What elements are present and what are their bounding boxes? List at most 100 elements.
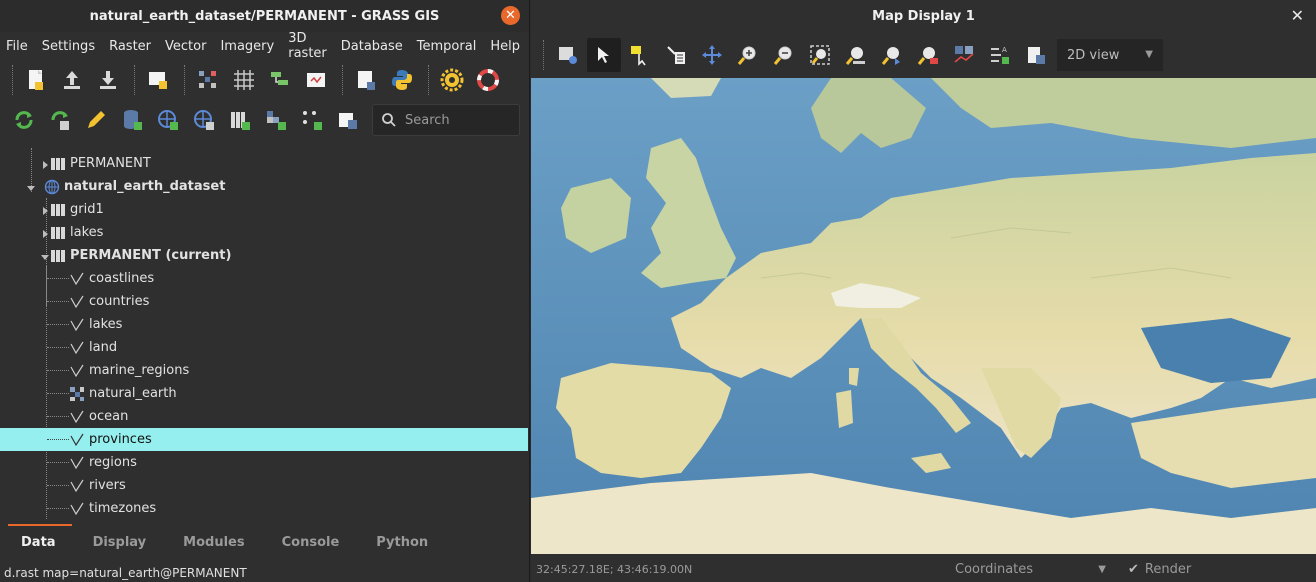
import-vector-icon[interactable]: [296, 104, 328, 136]
zoom-region-icon[interactable]: [839, 38, 873, 72]
tree-item-mapset[interactable]: lakes: [0, 221, 528, 244]
analyze-map-icon[interactable]: [947, 38, 981, 72]
tree-item-vector[interactable]: ocean: [0, 405, 528, 428]
select-icon[interactable]: [623, 38, 657, 72]
new-workspace-icon[interactable]: [20, 64, 52, 96]
search-input[interactable]: Search: [372, 104, 520, 136]
toolbar-separator: [12, 65, 14, 95]
new-map-display-icon[interactable]: [142, 64, 174, 96]
help-icon[interactable]: [472, 64, 504, 96]
collapse-arrow-icon[interactable]: [40, 251, 50, 261]
coordinate-mode-select[interactable]: Coordinates ▼: [941, 562, 1116, 577]
tree-item-label: ocean: [89, 409, 129, 424]
expand-arrow-icon[interactable]: [40, 228, 50, 238]
modeler-icon[interactable]: [264, 64, 296, 96]
zoom-back-icon[interactable]: [875, 38, 909, 72]
tree-item-vector[interactable]: regions: [0, 451, 528, 474]
menu-imagery[interactable]: Imagery: [220, 39, 274, 54]
map-close-button[interactable]: ✕: [1291, 6, 1304, 25]
import-location-icon[interactable]: [188, 104, 220, 136]
collapse-arrow-icon[interactable]: [26, 182, 36, 192]
expand-arrow-icon[interactable]: [40, 205, 50, 215]
menu-raster[interactable]: Raster: [109, 39, 151, 54]
tree-connector: [47, 508, 69, 509]
tree-item-vector[interactable]: countries: [0, 290, 528, 313]
render-label: Render: [1144, 561, 1192, 577]
reload-mapset-icon[interactable]: [44, 104, 76, 136]
tree-item-vector[interactable]: timezones: [0, 497, 528, 520]
menu-3d-raster[interactable]: 3D raster: [288, 31, 327, 61]
map-canvas[interactable]: [531, 78, 1316, 554]
menu-vector[interactable]: Vector: [165, 39, 206, 54]
tree-item-label: land: [89, 340, 118, 355]
toolbar-separator: [184, 65, 186, 95]
tree-item-label: marine_regions: [89, 363, 190, 378]
add-mapset-icon[interactable]: [224, 104, 256, 136]
data-catalog-tree: PERMANENT natural_earth_dataset grid1 la…: [0, 148, 530, 524]
render-map-icon[interactable]: [551, 38, 585, 72]
menu-settings[interactable]: Settings: [42, 39, 95, 54]
tab-modules[interactable]: Modules: [162, 524, 260, 562]
script-icon[interactable]: [350, 64, 382, 96]
query-icon[interactable]: [659, 38, 693, 72]
tree-item-location[interactable]: natural_earth_dataset: [0, 175, 528, 198]
tree-item-label: grid1: [70, 202, 104, 217]
grid-icon[interactable]: [228, 64, 260, 96]
main-titlebar: natural_earth_dataset/PERMANENT - GRASS …: [0, 0, 529, 32]
tree-item-vector[interactable]: lakes: [0, 313, 528, 336]
menu-file[interactable]: File: [6, 39, 28, 54]
tree-item-vector[interactable]: land: [0, 336, 528, 359]
tab-console[interactable]: Console: [261, 524, 356, 562]
toolbar-separator: [428, 65, 430, 95]
download-location-icon[interactable]: [332, 104, 364, 136]
pointer-icon[interactable]: [587, 38, 621, 72]
cartographic-composer-icon[interactable]: [300, 64, 332, 96]
view-mode-select[interactable]: 2D view ▼: [1057, 39, 1163, 71]
menu-help[interactable]: Help: [490, 39, 520, 54]
render-checkbox[interactable]: ✔ Render: [1128, 562, 1191, 577]
mapset-icon: [50, 202, 66, 218]
tree-item-mapset[interactable]: PERMANENT: [0, 152, 528, 175]
zoom-in-icon[interactable]: [731, 38, 765, 72]
raster-calculator-icon[interactable]: [192, 64, 224, 96]
tree-item-vector[interactable]: marine_regions: [0, 359, 528, 382]
tree-item-mapset[interactable]: grid1: [0, 198, 528, 221]
data-toolbar: Search: [0, 100, 529, 140]
tree-item-vector[interactable]: coastlines: [0, 267, 528, 290]
edit-icon[interactable]: [80, 104, 112, 136]
tab-display[interactable]: Display: [72, 524, 163, 562]
menu-temporal[interactable]: Temporal: [417, 39, 477, 54]
import-raster-icon[interactable]: [260, 104, 292, 136]
open-workspace-icon[interactable]: [56, 64, 88, 96]
menu-database[interactable]: Database: [341, 39, 403, 54]
tree-item-current-mapset[interactable]: PERMANENT (current): [0, 244, 528, 267]
zoom-extent-icon[interactable]: [803, 38, 837, 72]
tree-item-label: PERMANENT (current): [70, 248, 232, 263]
save-display-icon[interactable]: [1019, 38, 1053, 72]
window-title: natural_earth_dataset/PERMANENT - GRASS …: [89, 8, 440, 24]
save-workspace-icon[interactable]: [92, 64, 124, 96]
tab-python[interactable]: Python: [355, 524, 444, 562]
map-raster-image: [531, 78, 1316, 554]
python-icon[interactable]: [386, 64, 418, 96]
zoom-out-icon[interactable]: [767, 38, 801, 72]
tree-connector: [47, 324, 69, 325]
decoration-icon[interactable]: A: [983, 38, 1017, 72]
tab-data[interactable]: Data: [0, 524, 72, 562]
zoom-menu-icon[interactable]: [911, 38, 945, 72]
close-button[interactable]: ✕: [501, 6, 520, 25]
tree-item-label: coastlines: [89, 271, 155, 286]
grass-main-window: natural_earth_dataset/PERMANENT - GRASS …: [0, 0, 530, 582]
toolbar-separator: [543, 40, 545, 70]
tree-item-vector[interactable]: rivers: [0, 474, 528, 497]
settings-icon[interactable]: [436, 64, 468, 96]
pan-icon[interactable]: [695, 38, 729, 72]
reload-tree-icon[interactable]: [8, 104, 40, 136]
expand-arrow-icon[interactable]: [40, 159, 50, 169]
add-location-icon[interactable]: [152, 104, 184, 136]
tree-connector: [47, 347, 69, 348]
vector-icon: [69, 363, 85, 379]
tree-item-vector-selected[interactable]: provinces: [0, 428, 528, 451]
tree-item-raster[interactable]: natural_earth: [0, 382, 528, 405]
add-database-icon[interactable]: [116, 104, 148, 136]
